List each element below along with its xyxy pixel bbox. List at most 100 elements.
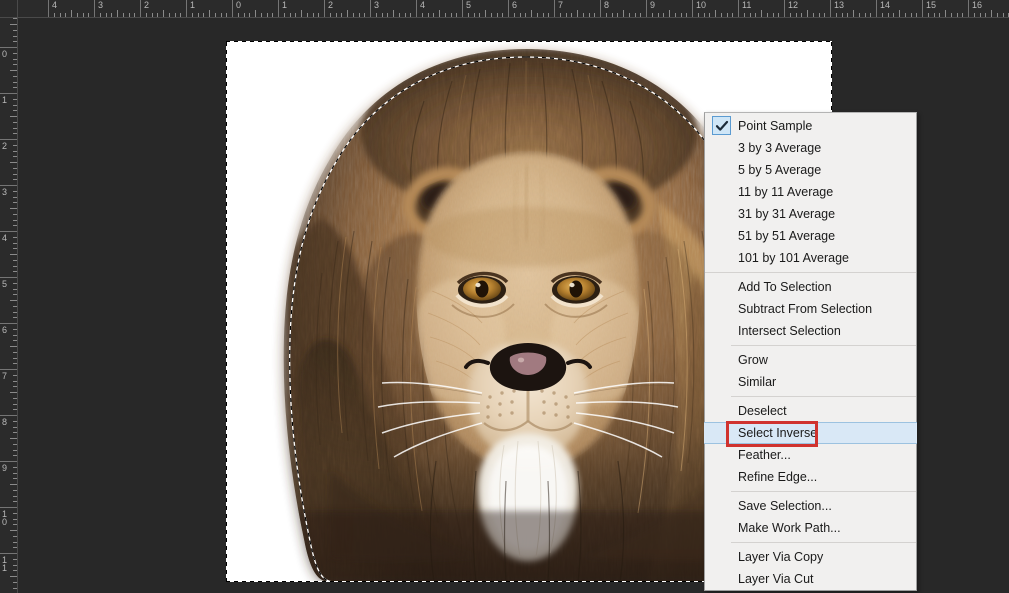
ruler-tick-minor [911,13,912,17]
menu-item-deselect[interactable]: Deselect [705,400,916,422]
ruler-tick-minor [307,13,308,17]
ruler-tick-minor [71,10,72,17]
ruler-tick-minor [13,570,17,571]
ruler-tick-minor [612,13,613,17]
menu-separator [731,542,916,543]
menu-item-point-sample[interactable]: Point Sample [705,115,916,137]
ruler-tick-minor [13,105,17,106]
ruler-tick-minor [77,13,78,17]
ruler-tick-minor [54,13,55,17]
ruler-tick-minor [537,13,538,17]
menu-separator [705,272,916,273]
menu-item-label: Make Work Path... [738,517,841,539]
ruler-tick-minor [13,542,17,543]
menu-item-similar[interactable]: Similar [705,371,916,393]
menu-item-subtract-from-selection[interactable]: Subtract From Selection [705,298,916,320]
ruler-tick-minor [669,10,670,17]
ruler-tick-minor [215,13,216,17]
ruler-tick-minor [13,237,17,238]
menu-item-label: Select Inverse [738,422,817,444]
menu-item-layer-via-copy[interactable]: Layer Via Copy [705,546,916,568]
ruler-tick-minor [13,179,17,180]
ruler-tick-major [416,0,417,17]
ruler-tick-minor [134,13,135,17]
menu-item-grow[interactable]: Grow [705,349,916,371]
ruler-tick-minor [13,122,17,123]
ruler-label: 11 [742,1,751,10]
ruler-tick-minor [974,13,975,17]
ruler-tick-minor [778,13,779,17]
ruler-tick-minor [10,530,17,531]
ruler-tick-minor [951,13,952,17]
menu-item-31-by-31-average[interactable]: 31 by 31 Average [705,203,916,225]
ruler-tick-minor [451,13,452,17]
ruler-tick-minor [13,41,17,42]
ruler-tick-minor [13,168,17,169]
ruler-tick-minor [10,576,17,577]
ruler-label: 7 [2,372,12,381]
ruler-tick-minor [583,13,584,17]
ruler-tick-minor [10,346,17,347]
ruler-tick-minor [422,13,423,17]
ruler-tick-minor [939,13,940,17]
ruler-tick-minor [985,13,986,17]
ruler-tick-major [784,0,785,17]
ruler-tick-minor [267,13,268,17]
ruler-tick-minor [750,13,751,17]
ruler-label: 3 [374,1,379,10]
ruler-tick-minor [882,13,883,17]
menu-item-refine-edge[interactable]: Refine Edge... [705,466,916,488]
ruler-tick-minor [13,202,17,203]
menu-item-101-by-101-average[interactable]: 101 by 101 Average [705,247,916,269]
menu-item-make-work-path[interactable]: Make Work Path... [705,517,916,539]
vertical-ruler[interactable]: 01234567891011 [0,18,18,593]
ruler-tick-minor [387,13,388,17]
ruler-tick-minor [13,36,17,37]
ruler-tick-minor [13,386,17,387]
ruler-tick-minor [336,13,337,17]
ruler-tick-minor [13,76,17,77]
ruler-tick-minor [13,398,17,399]
menu-item-save-selection[interactable]: Save Selection... [705,495,916,517]
menu-item-select-inverse[interactable]: Select Inverse [704,422,917,444]
selection-context-menu[interactable]: Point Sample3 by 3 Average5 by 5 Average… [704,112,917,591]
ruler-tick-minor [13,381,17,382]
ruler-tick-major [94,0,95,17]
ruler-tick-minor [13,225,17,226]
menu-item-intersect-selection[interactable]: Intersect Selection [705,320,916,342]
menu-item-label: Feather... [738,444,791,466]
ruler-tick-minor [13,455,17,456]
ruler-tick-minor [13,133,17,134]
menu-item-5-by-5-average[interactable]: 5 by 5 Average [705,159,916,181]
ruler-tick-minor [571,13,572,17]
ruler-tick-major [0,231,17,232]
horizontal-ruler[interactable]: 432101234567891011121314151617 [18,0,1009,18]
ruler-tick-minor [663,13,664,17]
menu-item-label: 3 by 3 Average [738,137,821,159]
menu-item-51-by-51-average[interactable]: 51 by 51 Average [705,225,916,247]
menu-item-add-to-selection[interactable]: Add To Selection [705,276,916,298]
menu-separator [731,345,916,346]
menu-item-layer-via-cut[interactable]: Layer Via Cut [705,568,916,590]
menu-item-label: 51 by 51 Average [738,225,835,247]
ruler-label: 2 [2,142,12,151]
menu-item-3-by-3-average[interactable]: 3 by 3 Average [705,137,916,159]
ruler-tick-minor [629,13,630,17]
ruler-tick-minor [13,317,17,318]
menu-item-11-by-11-average[interactable]: 11 by 11 Average [705,181,916,203]
ruler-tick-major [48,0,49,17]
ruler-tick-minor [13,271,17,272]
ruler-tick-minor [13,490,17,491]
ruler-tick-major [0,277,17,278]
ruler-label: 1 [2,96,12,105]
ruler-tick-major [186,0,187,17]
ruler-tick-major [554,0,555,17]
ruler-tick-minor [13,358,17,359]
ruler-tick-minor [221,13,222,17]
menu-item-feather[interactable]: Feather... [705,444,916,466]
ruler-tick-minor [13,87,17,88]
ruler-tick-minor [865,13,866,17]
ruler-tick-minor [514,13,515,17]
ruler-tick-minor [83,13,84,17]
ruler-tick-minor [295,13,296,17]
